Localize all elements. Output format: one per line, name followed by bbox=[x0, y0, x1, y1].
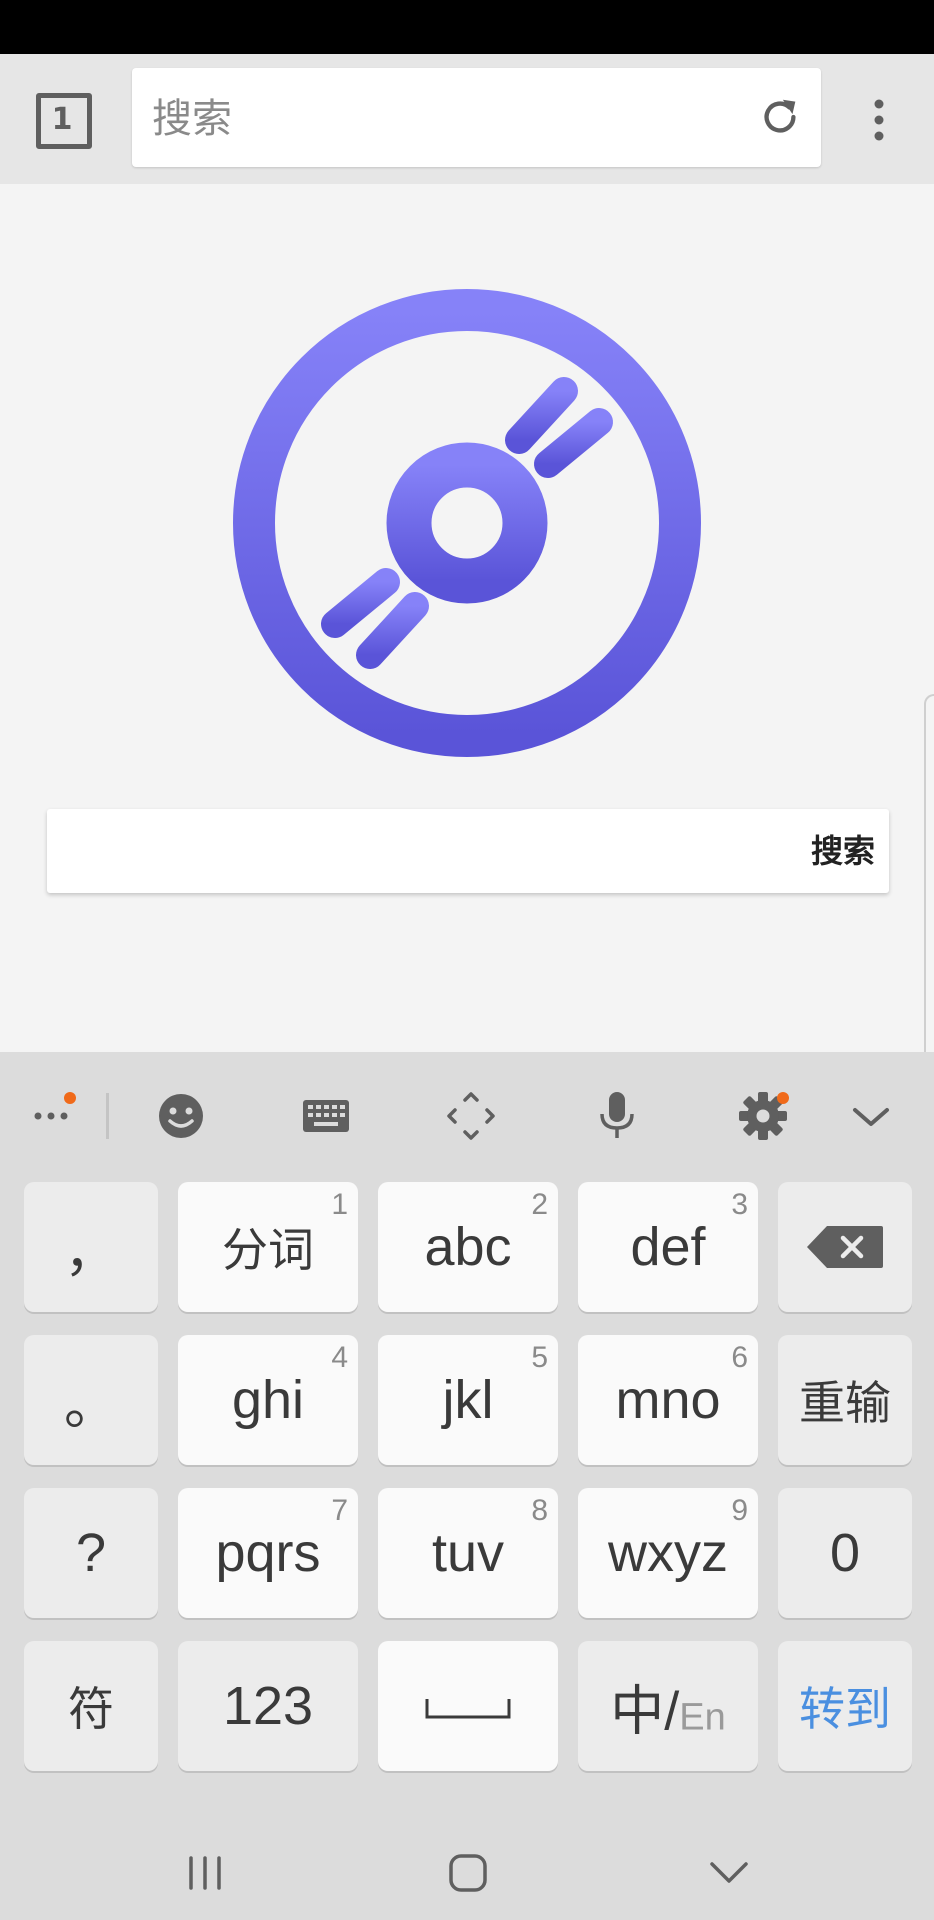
jkl-key[interactable]: jkl 5 bbox=[378, 1335, 558, 1465]
key-label: mno bbox=[615, 1370, 721, 1430]
question-key[interactable]: ? bbox=[24, 1488, 158, 1618]
space-key[interactable] bbox=[378, 1641, 558, 1771]
search-box: 搜索 bbox=[47, 809, 889, 895]
abc-key[interactable]: abc 2 bbox=[378, 1182, 558, 1312]
key-label: tuv bbox=[431, 1523, 505, 1583]
key-label: ? bbox=[75, 1523, 107, 1583]
home-icon[interactable] bbox=[445, 1850, 491, 1896]
key-label: ghi bbox=[231, 1370, 305, 1430]
status-bar bbox=[0, 0, 934, 54]
key-number: 4 bbox=[331, 1341, 348, 1374]
cursor-move-icon[interactable] bbox=[441, 1082, 501, 1142]
search-button[interactable]: 搜索 bbox=[811, 809, 875, 893]
url-bar[interactable] bbox=[132, 68, 821, 169]
key-number: 2 bbox=[531, 1188, 548, 1221]
keyboard-icon[interactable] bbox=[296, 1082, 356, 1142]
language-switch-key[interactable]: 中/En bbox=[578, 1641, 758, 1771]
key-label: 0 bbox=[829, 1523, 861, 1583]
language-label: 中/En bbox=[578, 1667, 758, 1746]
key-label: 分词 bbox=[222, 1224, 314, 1276]
key-label: 。 bbox=[64, 1375, 118, 1436]
key-label: jkl bbox=[442, 1370, 494, 1430]
mno-key[interactable]: mno 6 bbox=[578, 1335, 758, 1465]
pqrs-key[interactable]: pqrs 7 bbox=[178, 1488, 358, 1618]
tab-switcher-button[interactable]: 1 bbox=[34, 91, 92, 149]
emoji-icon[interactable] bbox=[151, 1082, 211, 1142]
key-label: 重输 bbox=[799, 1377, 891, 1429]
edge-panel-handle[interactable] bbox=[924, 694, 934, 1064]
backspace-icon bbox=[807, 1226, 883, 1268]
key-label: wxyz bbox=[608, 1523, 728, 1583]
def-key[interactable]: def 3 bbox=[578, 1182, 758, 1312]
tab-count: 1 bbox=[51, 102, 73, 137]
more-icon[interactable] bbox=[22, 1082, 82, 1142]
key-number: 6 bbox=[731, 1341, 748, 1374]
key-number: 8 bbox=[531, 1494, 548, 1527]
ghi-key[interactable]: ghi 4 bbox=[178, 1335, 358, 1465]
lang-primary: 中/ bbox=[610, 1681, 680, 1742]
retype-key[interactable]: 重输 bbox=[778, 1335, 912, 1465]
segment-key[interactable]: 分词 1 bbox=[178, 1182, 358, 1312]
wxyz-key[interactable]: wxyz 9 bbox=[578, 1488, 758, 1618]
notification-dot-icon bbox=[777, 1092, 789, 1104]
key-label: 123 bbox=[222, 1676, 314, 1736]
space-icon bbox=[425, 1699, 511, 1719]
notification-dot-icon bbox=[64, 1092, 76, 1104]
recent-apps-icon[interactable] bbox=[182, 1850, 228, 1896]
key-label: 转到 bbox=[799, 1683, 891, 1735]
key-label: 符 bbox=[68, 1683, 114, 1735]
browser-toolbar: 1 bbox=[0, 54, 934, 184]
navigation-bar bbox=[0, 1814, 934, 1920]
backspace-key[interactable] bbox=[778, 1182, 912, 1312]
key-label: ， bbox=[64, 1222, 118, 1283]
go-key[interactable]: 转到 bbox=[778, 1641, 912, 1771]
reload-icon[interactable] bbox=[757, 94, 803, 140]
key-number: 3 bbox=[731, 1188, 748, 1221]
numeric-key[interactable]: 123 bbox=[178, 1641, 358, 1771]
zero-key[interactable]: 0 bbox=[778, 1488, 912, 1618]
toolbar-divider bbox=[106, 1093, 109, 1139]
tuv-key[interactable]: tuv 8 bbox=[378, 1488, 558, 1618]
browser-logo-icon bbox=[233, 289, 701, 757]
symbol-key[interactable]: 符 bbox=[24, 1641, 158, 1771]
collapse-keyboard-icon[interactable] bbox=[841, 1082, 901, 1142]
period-key[interactable]: 。 bbox=[24, 1335, 158, 1465]
key-number: 9 bbox=[731, 1494, 748, 1527]
microphone-icon[interactable] bbox=[587, 1082, 647, 1142]
key-number: 5 bbox=[531, 1341, 548, 1374]
key-label: abc bbox=[424, 1217, 512, 1277]
key-label: pqrs bbox=[215, 1523, 321, 1583]
key-label: def bbox=[630, 1217, 706, 1277]
url-input[interactable] bbox=[150, 68, 734, 169]
comma-key[interactable]: ， bbox=[24, 1182, 158, 1312]
settings-icon[interactable] bbox=[733, 1082, 793, 1142]
key-number: 1 bbox=[331, 1188, 348, 1221]
overflow-menu-icon[interactable] bbox=[864, 94, 894, 150]
lang-secondary: En bbox=[679, 1696, 726, 1739]
key-number: 7 bbox=[331, 1494, 348, 1527]
search-input[interactable] bbox=[63, 809, 767, 895]
back-icon[interactable] bbox=[706, 1850, 752, 1896]
